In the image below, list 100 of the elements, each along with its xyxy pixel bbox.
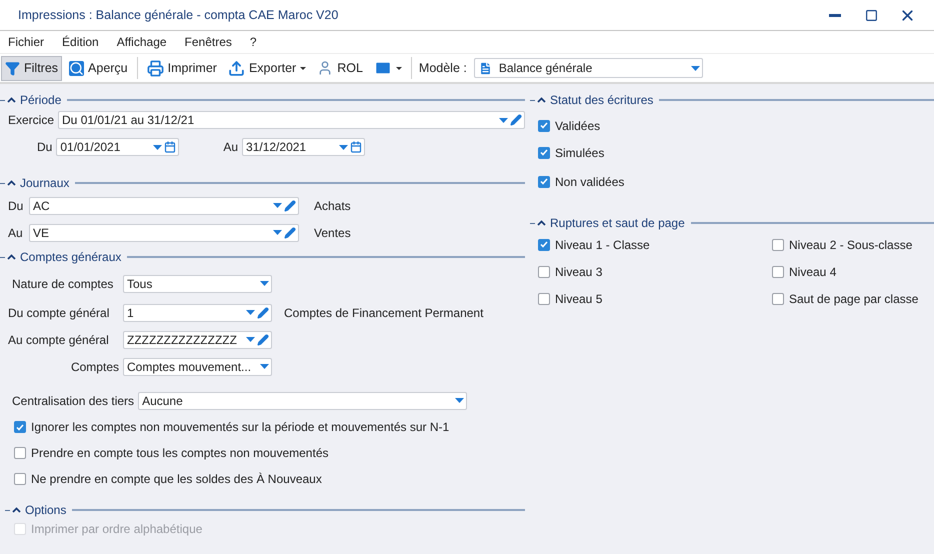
journal-dropdown[interactable]: VE <box>29 224 299 242</box>
date-field[interactable]: 01/01/2021 <box>56 138 180 156</box>
maximize-icon <box>864 8 878 22</box>
field-label: Du <box>8 198 24 212</box>
section-title: Période <box>20 93 62 107</box>
field-label: Du <box>37 140 52 154</box>
toolbar-button[interactable]: Imprimer <box>142 56 221 80</box>
section-title: Statut des écritures <box>550 93 654 107</box>
checkbox[interactable] <box>538 238 550 250</box>
window-title: Impressions : Balance générale - compta CAE Maroc V20 <box>18 8 340 22</box>
calendar-icon[interactable] <box>164 141 176 153</box>
checkbox[interactable] <box>538 120 550 132</box>
checkbox[interactable] <box>14 421 26 433</box>
toolbar-button[interactable]: ROL <box>313 56 367 80</box>
field-label: Au <box>223 140 238 154</box>
upload-icon <box>228 60 245 76</box>
collapse-icon[interactable] <box>12 507 21 513</box>
account-type-dropdown[interactable]: Tous <box>123 274 272 292</box>
model-label: Modèle : <box>418 61 467 75</box>
menu-item[interactable]: Affichage <box>116 35 167 49</box>
caret-icon[interactable] <box>499 118 508 122</box>
caret-icon[interactable] <box>153 144 162 150</box>
filter-icon <box>5 60 20 76</box>
pencil-icon[interactable] <box>257 334 269 346</box>
checkbox[interactable] <box>14 447 26 459</box>
pencil-icon[interactable] <box>257 306 269 318</box>
caret-icon <box>396 66 402 70</box>
checkbox-label: Saut de page par classe <box>789 292 918 306</box>
checkbox-label: Non validées <box>555 174 624 188</box>
caret-icon[interactable] <box>273 230 282 235</box>
search-icon <box>69 60 84 76</box>
pencil-icon[interactable] <box>510 114 522 126</box>
section-title: Journaux <box>20 176 70 190</box>
pencil-icon[interactable] <box>284 226 296 238</box>
checkbox-label: Ne prendre en compte que les soldes des À Nouveaux <box>31 472 322 486</box>
section-title: Ruptures et saut de page <box>550 216 685 230</box>
field-label: Au <box>8 226 24 240</box>
checkbox[interactable] <box>538 176 550 188</box>
checkbox[interactable] <box>538 292 550 304</box>
checkbox-label: Niveau 4 <box>789 264 836 278</box>
toolbar-button[interactable]: Filtres <box>1 56 62 80</box>
field-label: Nature de comptes <box>12 276 114 290</box>
field-label: Du compte général <box>8 306 110 320</box>
printer-icon <box>146 60 164 76</box>
checkbox-label: Niveau 3 <box>555 264 602 278</box>
collapse-icon[interactable] <box>7 97 16 103</box>
journal-dropdown[interactable]: AC <box>29 196 299 214</box>
section-title: Comptes généraux <box>20 250 122 264</box>
model-dropdown[interactable]: Balance générale <box>474 58 703 78</box>
toolbar-button[interactable]: Exporter <box>224 56 310 80</box>
calendar-icon[interactable] <box>350 141 362 153</box>
field-label: Exercice <box>8 113 54 127</box>
pencil-icon[interactable] <box>284 200 296 212</box>
caret-icon[interactable] <box>455 398 464 403</box>
journal-name: Ventes <box>314 226 351 240</box>
checkbox[interactable] <box>772 266 784 278</box>
user-icon <box>317 60 334 76</box>
caret-icon[interactable] <box>246 310 255 315</box>
collapse-icon[interactable] <box>7 254 16 260</box>
checkbox-label: Ignorer les comptes non mouvementés sur la période et mouvementés sur N-1 <box>31 420 450 434</box>
field-label: Comptes <box>70 360 119 374</box>
date-field[interactable]: 31/12/2021 <box>242 138 366 156</box>
caret-icon[interactable] <box>246 337 255 342</box>
checkbox-label: Imprimer par ordre alphabétique <box>31 522 202 536</box>
collapse-icon[interactable] <box>537 220 546 226</box>
checkbox-label: Validées <box>555 118 600 132</box>
checkbox[interactable] <box>538 266 550 278</box>
checkbox-label: Niveau 5 <box>555 292 602 306</box>
caret-icon[interactable] <box>260 281 269 286</box>
journal-name: Achats <box>314 198 351 212</box>
menu-item[interactable]: Fichier <box>8 35 44 49</box>
caret-icon[interactable] <box>260 364 269 369</box>
field-label: Centralisation des tiers <box>12 394 134 408</box>
caret-icon <box>300 66 306 70</box>
checkbox[interactable] <box>538 146 550 158</box>
menu-item[interactable]: ? <box>250 35 257 49</box>
caret-icon[interactable] <box>339 144 348 150</box>
checkbox[interactable] <box>772 292 784 304</box>
checkbox-label: Niveau 2 - Sous-classe <box>789 238 912 252</box>
checkbox-label: Prendre en compte tous les comptes non mouvementés <box>31 446 328 460</box>
centralization-dropdown[interactable]: Aucune <box>138 392 468 410</box>
accounts-dropdown[interactable]: Comptes mouvement... <box>123 358 272 376</box>
checkbox-label: Simulées <box>555 146 604 160</box>
field-label: Au compte général <box>8 332 110 346</box>
menu-item[interactable]: Fenêtres <box>184 35 232 49</box>
section-title: Options <box>25 503 66 517</box>
collapse-icon[interactable] <box>7 180 16 186</box>
checkbox[interactable] <box>772 238 784 250</box>
menu-item[interactable]: Édition <box>62 35 99 49</box>
account-dropdown[interactable]: 1 <box>123 304 272 322</box>
checkbox-label: Niveau 1 - Classe <box>555 238 650 252</box>
collapse-icon[interactable] <box>537 97 546 103</box>
minimize-icon <box>829 14 841 16</box>
caret-icon[interactable] <box>273 203 282 208</box>
caret-icon[interactable] <box>690 66 700 70</box>
account-dropdown[interactable]: ZZZZZZZZZZZZZZZ <box>123 330 272 348</box>
account-name: Comptes de Financement Permanent <box>284 306 484 320</box>
toolbar-button[interactable]: Aperçu <box>65 56 132 80</box>
checkbox[interactable] <box>14 473 26 485</box>
exercise-dropdown[interactable]: Du 01/01/21 au 31/12/21 <box>58 111 525 129</box>
